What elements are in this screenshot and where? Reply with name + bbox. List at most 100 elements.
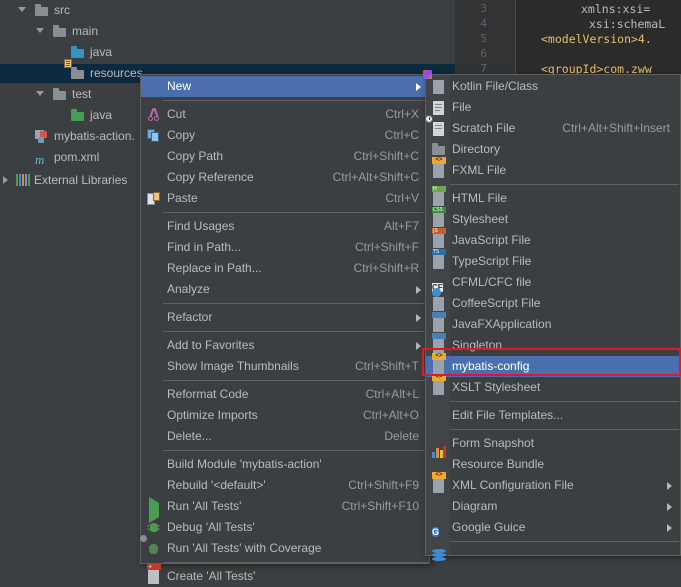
menu-separator (142, 331, 428, 332)
submenu-item-diagram[interactable]: Diagram (426, 496, 680, 517)
submenu-item-label: JavaScript File (452, 233, 531, 247)
menu-item-create-all-tests[interactable]: + Create 'All Tests' (141, 564, 429, 587)
menu-item-reformat-code[interactable]: Reformat Code Ctrl+Alt+L (141, 384, 429, 405)
menu-item-show-image-thumbnails[interactable]: Show Image Thumbnails Ctrl+Shift+T (141, 356, 429, 377)
menu-item-label: Show Image Thumbnails (167, 359, 299, 373)
submenu-item-fxml-file[interactable]: <> FXML File (426, 157, 680, 181)
menu-item-label: Refactor (167, 310, 213, 324)
menu-item-label: Add to Favorites (167, 338, 255, 352)
menu-item-rebuild[interactable]: Rebuild '<default>' Ctrl+Shift+F9 (141, 475, 429, 496)
submenu-item-label: XML Configuration File (452, 478, 574, 492)
menu-item-label: Rebuild '<default>' (167, 478, 266, 492)
chevron-right-icon (416, 286, 421, 294)
menu-item-copy[interactable]: Copy Ctrl+C (141, 125, 429, 146)
xml-template-icon: <> (432, 353, 447, 374)
submenu-item-mybatis-config[interactable]: <> mybatis-config (426, 353, 680, 377)
submenu-item-cfml-file[interactable]: CF CFML/CFC file (426, 272, 680, 293)
menu-item-shortcut: Delete (384, 429, 419, 443)
submenu-item-directory[interactable]: Directory (426, 139, 680, 160)
menu-item-find-in-path[interactable]: Find in Path... Ctrl+Shift+F (141, 237, 429, 258)
chevron-down-icon[interactable] (18, 6, 27, 15)
chevron-right-icon[interactable] (2, 176, 11, 185)
menu-item-add-to-favorites[interactable]: Add to Favorites (141, 335, 429, 356)
menu-separator (142, 212, 428, 213)
menu-item-label: Analyze (167, 282, 210, 296)
folder-gray-icon (35, 4, 49, 17)
stylesheet-icon: CSS (432, 207, 447, 227)
submenu-item-edit-file-templates[interactable]: Edit File Templates... (426, 405, 680, 426)
menu-item-find-usages[interactable]: Find Usages Alt+F7 (141, 216, 429, 237)
menu-item-label: Build Module 'mybatis-action' (167, 457, 322, 471)
menu-item-label: Copy Path (167, 149, 224, 163)
menu-item-copy-reference[interactable]: Copy Reference Ctrl+Alt+Shift+C (141, 167, 429, 188)
menu-item-shortcut: Ctrl+Shift+F (354, 240, 419, 254)
menu-item-label: Paste (167, 191, 198, 205)
menu-item-optimize-imports[interactable]: Optimize Imports Ctrl+Alt+O (141, 405, 429, 426)
chevron-right-icon (416, 83, 421, 91)
chevron-down-icon[interactable] (36, 27, 45, 36)
menu-item-run-all-tests[interactable]: Run 'All Tests' Ctrl+Shift+F10 (141, 496, 429, 523)
submenu-item-label: Singleton (452, 338, 503, 352)
submenu-item-singleton[interactable]: Singleton (426, 333, 680, 356)
submenu-item-form-snapshot[interactable]: Form Snapshot (426, 433, 680, 454)
submenu-item-xml-configuration-file[interactable]: <> XML Configuration File (426, 472, 680, 496)
menu-item-shortcut: Ctrl+Alt+O (362, 408, 419, 422)
submenu-item-typescript-file[interactable]: TS TypeScript File (426, 249, 680, 272)
menu-item-label: Replace in Path... (167, 261, 262, 275)
menu-item-paste[interactable]: Paste Ctrl+V (141, 188, 429, 209)
tree-item-label: resources (90, 66, 143, 80)
menu-item-delete[interactable]: Delete... Delete (141, 426, 429, 447)
submenu-separator (427, 429, 679, 430)
folder-gray-icon (53, 88, 67, 101)
menu-item-label: Reformat Code (167, 387, 249, 401)
menu-item-copy-path[interactable]: Copy Path Ctrl+Shift+C (141, 146, 429, 167)
menu-item-analyze[interactable]: Analyze (141, 279, 429, 300)
submenu-item-javascript-file[interactable]: JS JavaScript File (426, 228, 680, 251)
menu-item-refactor[interactable]: Refactor (141, 307, 429, 328)
menu-item-new[interactable]: New (141, 76, 429, 97)
coffeescript-file-icon (432, 288, 447, 311)
submenu-separator (427, 541, 679, 542)
submenu-item-scratch-file[interactable]: Scratch File Ctrl+Alt+Shift+Insert (425, 115, 680, 139)
submenu-item-label: CoffeeScript File (452, 296, 541, 310)
tree-item-label: External Libraries (34, 173, 128, 187)
submenu-item-xslt-stylesheet[interactable]: <> XSLT Stylesheet (426, 374, 680, 398)
menu-item-label: New (167, 79, 192, 93)
submenu-item-resource-bundle[interactable]: Resource Bundle (426, 446, 680, 475)
submenu-item-label: Kotlin File/Class (452, 79, 539, 93)
copy-icon (147, 129, 162, 143)
submenu-item-javafxapplication[interactable]: JavaFXApplication (426, 312, 680, 335)
context-menu[interactable]: New Cut Ctrl+X Copy Ctrl+C Copy Path Ctr… (140, 74, 430, 584)
menu-item-shortcut: Ctrl+V (385, 191, 419, 205)
submenu-item-coffeescript-file[interactable]: CoffeeScript File (426, 288, 680, 314)
menu-item-label: Find Usages (167, 219, 235, 233)
menu-item-debug-all-tests[interactable]: Debug 'All Tests' (141, 517, 429, 538)
menu-item-label: Find in Path... (167, 240, 242, 254)
submenu-separator (427, 184, 679, 185)
typescript-file-icon: TS (432, 249, 447, 269)
folder-green-icon (71, 109, 85, 122)
folder-resources-icon (64, 59, 85, 80)
menu-item-replace-in-path[interactable]: Replace in Path... Ctrl+Shift+R (141, 258, 429, 279)
module-icon (35, 130, 49, 143)
submenu-item-kotlin-file-class[interactable]: Kotlin File/Class (423, 70, 680, 97)
submenu-item-stylesheet[interactable]: CSS Stylesheet (426, 207, 680, 230)
javascript-file-icon: JS (432, 228, 447, 248)
chevron-down-icon[interactable] (36, 90, 45, 99)
submenu-item-google-guice[interactable]: G Google Guice (426, 517, 680, 538)
folder-gray-icon (53, 25, 67, 38)
editor-code[interactable]: xmlns:xsi= xsi:schemaL <modelVersion>4. … (517, 0, 681, 80)
menu-separator (142, 100, 428, 101)
submenu-item-html-file[interactable]: H HTML File (426, 186, 680, 209)
menu-item-build-module[interactable]: Build Module 'mybatis-action' (141, 454, 429, 475)
libraries-icon (16, 174, 30, 187)
google-guice-icon: G (432, 527, 440, 537)
tree-item-src[interactable]: src (0, 1, 455, 20)
menu-item-shortcut: Ctrl+Shift+F9 (348, 478, 419, 492)
submenu-item-file[interactable]: File (426, 97, 680, 118)
menu-item-cut[interactable]: Cut Ctrl+X (141, 104, 429, 125)
tree-item-main[interactable]: main (0, 22, 455, 41)
editor-gutter: 3 4 5 6 7 (455, 0, 493, 80)
menu-item-shortcut: Ctrl+Shift+F10 (341, 499, 419, 513)
new-submenu[interactable]: Kotlin File/Class File Scratch File Ctrl… (423, 70, 681, 561)
